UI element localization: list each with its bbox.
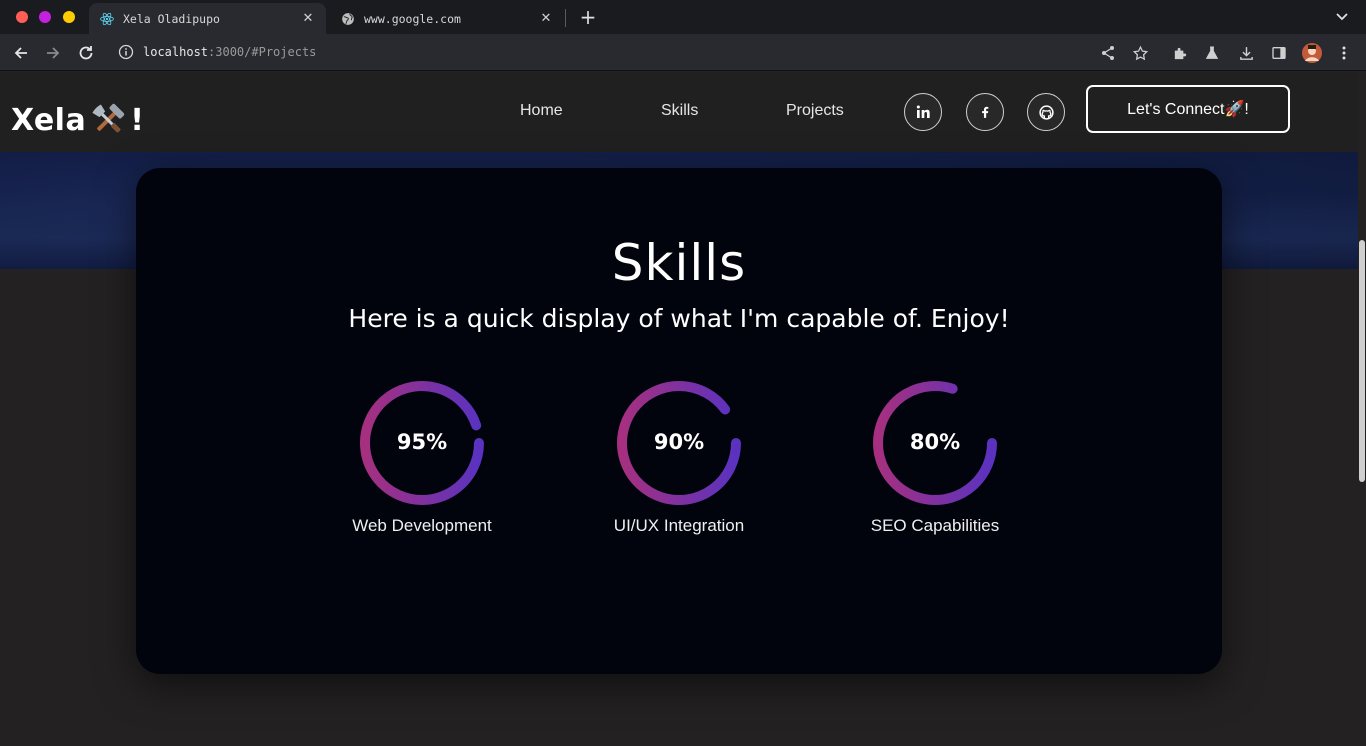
close-icon[interactable]: ✕	[300, 11, 316, 27]
download-icon[interactable]	[1235, 42, 1257, 64]
reload-icon[interactable]	[75, 42, 97, 64]
window-minimize-dot[interactable]	[39, 11, 51, 23]
forward-icon[interactable]	[42, 42, 64, 64]
window-maximize-dot[interactable]	[63, 11, 75, 23]
address-bar[interactable]: localhost:3000/#Projects	[110, 39, 1170, 65]
site-logo[interactable]: Xela !	[11, 100, 144, 140]
avatar[interactable]	[1301, 42, 1323, 64]
page: Xela ! Home Skills Projects Let's Connec…	[0, 72, 1366, 746]
share-icon[interactable]	[1097, 42, 1119, 64]
nav-link-skills[interactable]: Skills	[661, 102, 698, 120]
skill-label: SEO Capabilities	[870, 516, 1000, 535]
scrollbar-thumb[interactable]	[1359, 240, 1365, 482]
tab-title: Xela Oladipupo	[123, 11, 220, 26]
kebab-menu-icon[interactable]	[1333, 42, 1355, 64]
chevron-down-icon[interactable]	[1334, 8, 1350, 29]
sidepanel-icon[interactable]	[1268, 42, 1290, 64]
back-icon[interactable]	[10, 42, 32, 64]
tools-icon	[88, 100, 128, 140]
skill-seo-capabilities: 80% SEO Capabilities	[835, 378, 1035, 548]
tab-xela[interactable]: Xela Oladipupo ✕	[89, 3, 326, 34]
extensions-icon[interactable]	[1169, 42, 1191, 64]
url-path: :3000/#Projects	[208, 45, 317, 59]
page-scrollbar[interactable]	[1358, 72, 1366, 746]
skill-label: UI/UX Integration	[613, 516, 745, 535]
logo-exclamation: !	[130, 102, 145, 138]
close-icon[interactable]: ✕	[538, 11, 554, 27]
browser-tab-bar: Xela Oladipupo ✕ www.google.com ✕ +	[0, 0, 1366, 34]
skill-uiux-integration: 90% UI/UX Integration	[579, 378, 779, 548]
skill-percent: 90%	[653, 430, 705, 454]
lab-flask-icon[interactable]	[1201, 42, 1223, 64]
skill-percent: 95%	[396, 430, 448, 454]
window-close-dot[interactable]	[16, 11, 28, 23]
tab-google[interactable]: www.google.com ✕	[330, 3, 564, 34]
tab-title: www.google.com	[364, 11, 461, 26]
info-icon[interactable]	[118, 44, 134, 60]
url-host: localhost	[143, 45, 209, 59]
facebook-icon[interactable]	[966, 93, 1004, 131]
tab-divider	[565, 9, 566, 27]
skills-title: Skills	[611, 234, 747, 292]
star-icon[interactable]	[1129, 42, 1151, 64]
skill-label: Web Development	[352, 516, 492, 535]
linkedin-icon[interactable]	[904, 93, 942, 131]
nav-link-home[interactable]: Home	[520, 102, 563, 120]
nav-link-projects[interactable]: Projects	[786, 102, 844, 120]
new-tab-icon[interactable]: +	[578, 7, 598, 27]
skill-percent: 80%	[909, 430, 961, 454]
site-navbar: Xela ! Home Skills Projects Let's Connec…	[0, 72, 1358, 152]
skill-web-development: 95% Web Development	[322, 378, 522, 548]
react-icon	[99, 11, 115, 27]
lets-connect-button[interactable]: Let's Connect🚀!	[1086, 85, 1290, 133]
skills-card: Skills Here is a quick display of what I…	[136, 168, 1222, 674]
globe-icon	[340, 11, 356, 27]
url-text: localhost:3000/#Projects	[143, 45, 316, 59]
browser-toolbar: localhost:3000/#Projects	[0, 34, 1366, 71]
skills-subtitle: Here is a quick display of what I'm capa…	[348, 304, 1010, 333]
logo-text: Xela	[11, 102, 87, 138]
github-icon[interactable]	[1027, 93, 1065, 131]
